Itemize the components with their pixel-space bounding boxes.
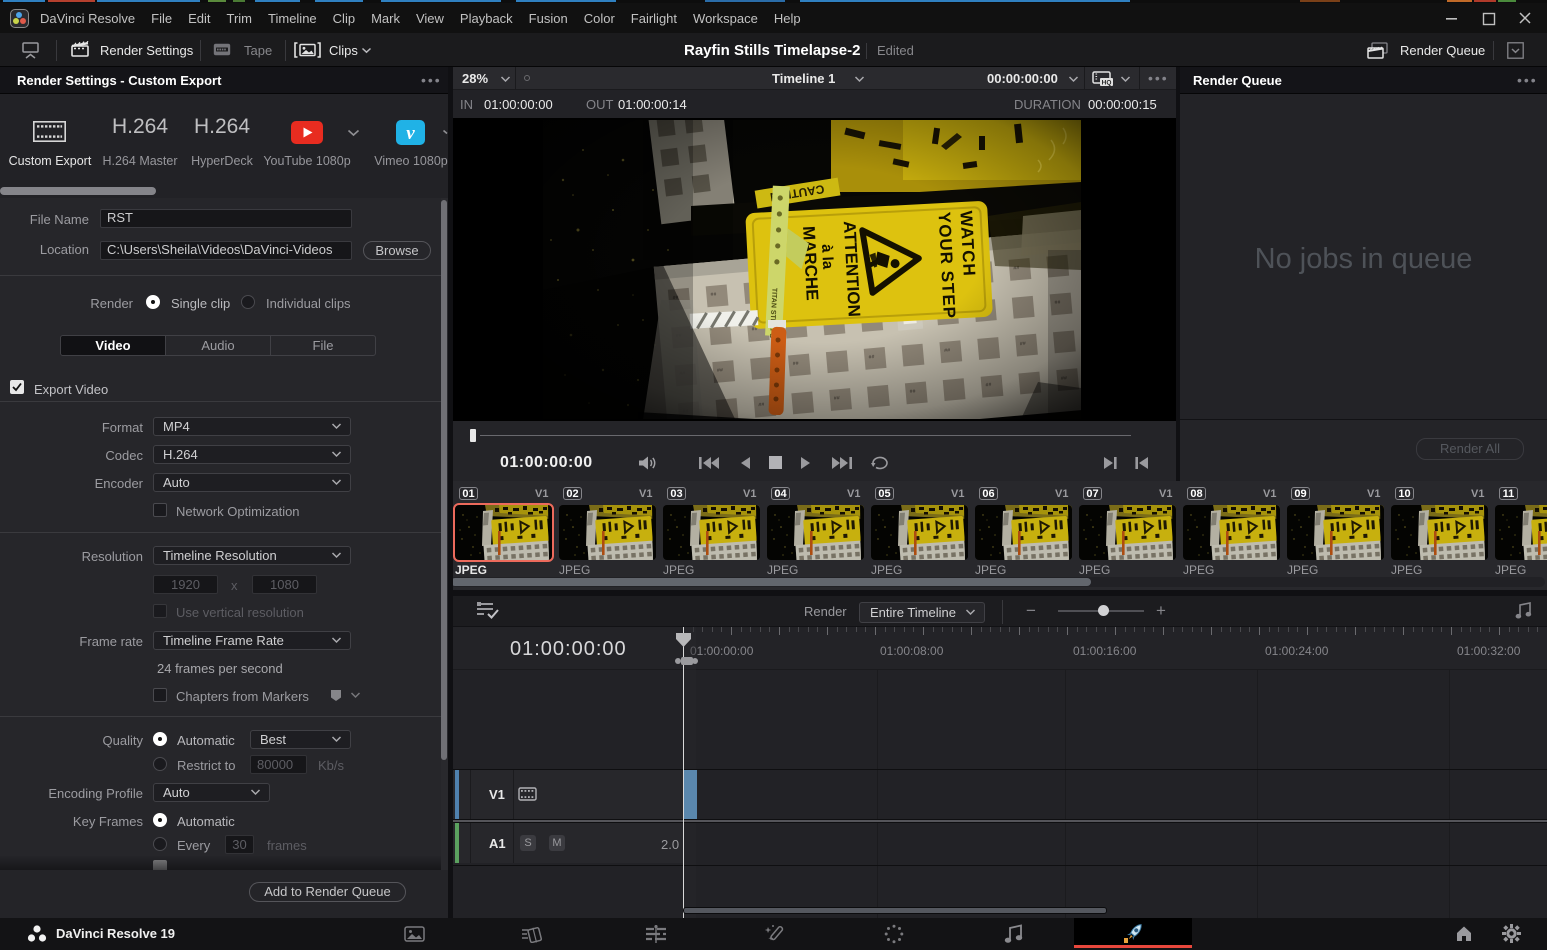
svg-text:HQ: HQ (1102, 79, 1112, 86)
svg-text:v: v (406, 123, 415, 144)
